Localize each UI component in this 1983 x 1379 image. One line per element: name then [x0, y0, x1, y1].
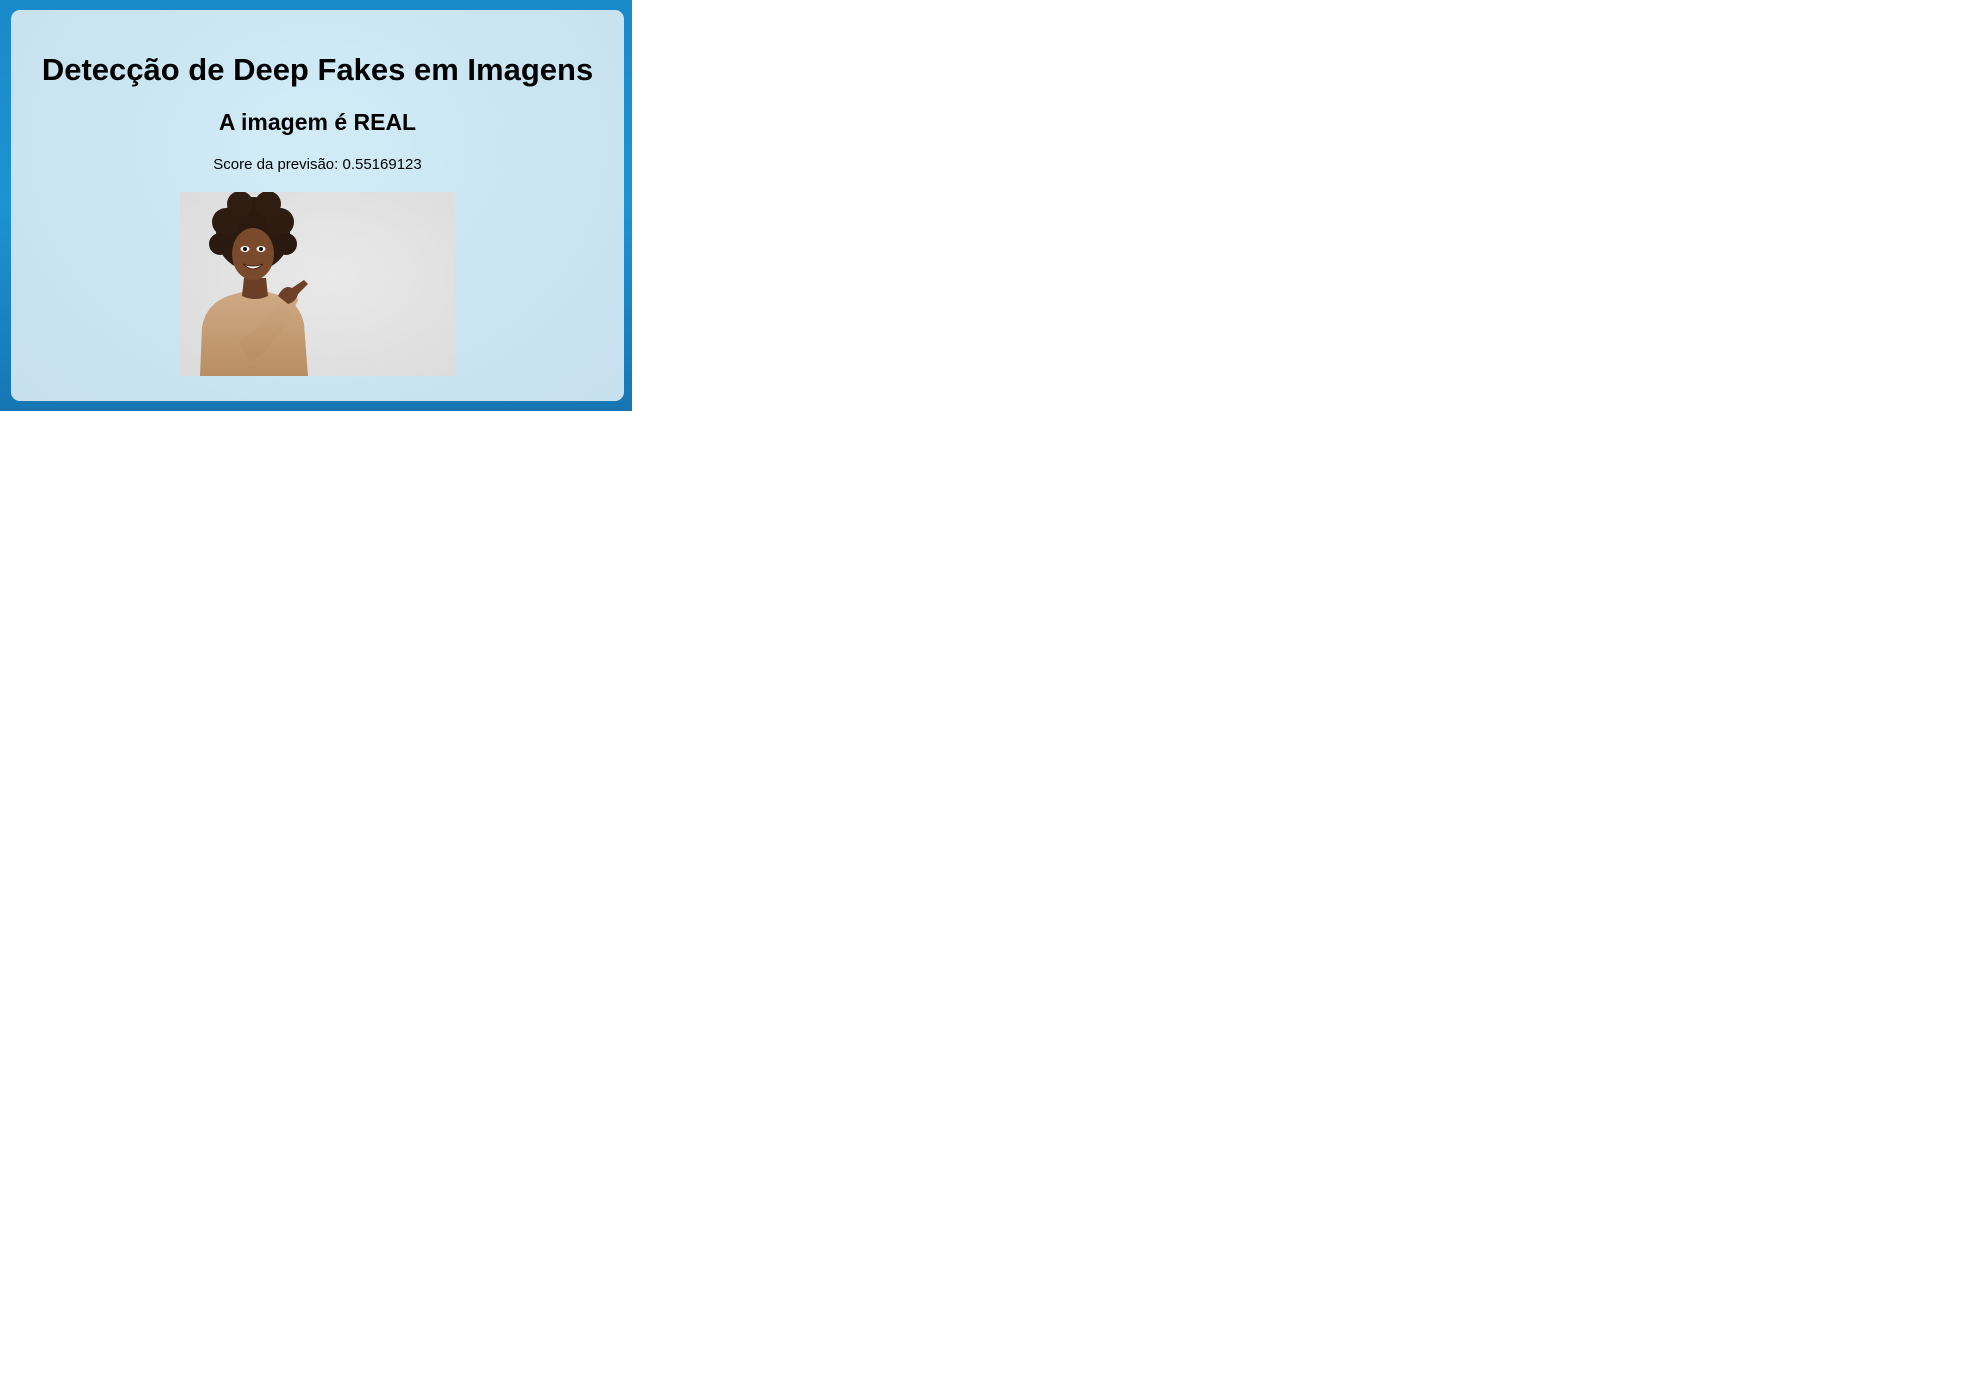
result-card: Detecção de Deep Fakes em Imagens A imag… [11, 10, 624, 401]
page-frame: Detecção de Deep Fakes em Imagens A imag… [0, 0, 632, 411]
prediction-result: A imagem é REAL [218, 109, 417, 135]
page-title: Detecção de Deep Fakes em Imagens [41, 52, 594, 87]
uploaded-image [180, 192, 455, 376]
prediction-score: Score da previsão: 0.55169123 [213, 156, 422, 173]
